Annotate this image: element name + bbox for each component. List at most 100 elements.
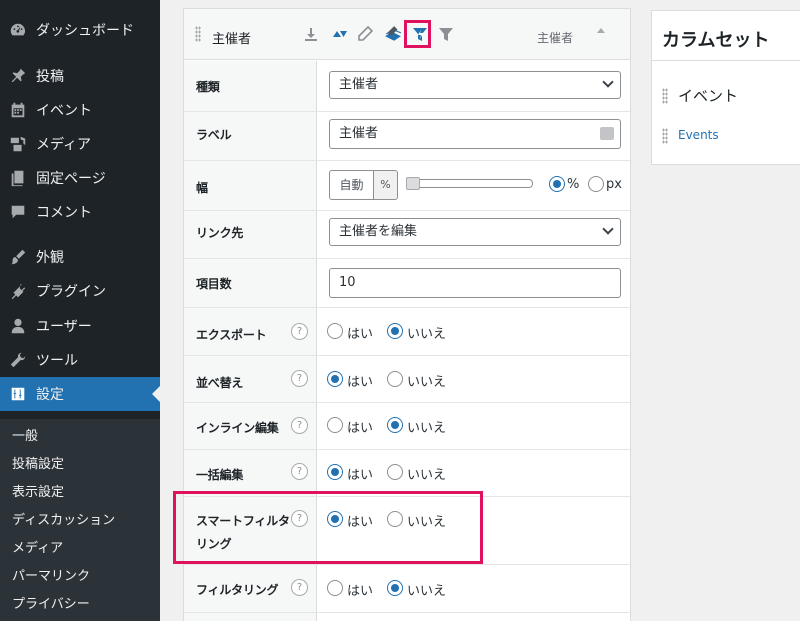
submenu-item-media[interactable]: メディア xyxy=(12,537,63,556)
row-divider xyxy=(184,258,630,259)
help-icon[interactable]: ? xyxy=(291,463,308,480)
count-input[interactable]: 10 xyxy=(329,268,621,298)
sidebar-item-label: ツール xyxy=(36,353,78,369)
pin-icon xyxy=(0,67,36,85)
sidebar-item-users[interactable]: ユーザー xyxy=(0,309,160,343)
inline-edit-yes-label: はい xyxy=(347,421,374,436)
width-unit-px-radio[interactable] xyxy=(588,176,604,192)
wrench-icon xyxy=(0,351,36,369)
filtering-no-label: いいえ xyxy=(407,584,447,599)
sort-no-label: いいえ xyxy=(407,375,447,390)
column-set-item[interactable]: イベント xyxy=(678,85,738,106)
help-icon[interactable]: ? xyxy=(291,323,308,340)
sidebar-item-label: 外観 xyxy=(36,250,64,266)
column-type-label: 主催者 xyxy=(537,31,574,45)
settings-icon xyxy=(0,385,36,403)
sidebar-item-pages[interactable]: 固定ページ xyxy=(0,161,160,195)
link-select[interactable]: 主催者を編集 xyxy=(329,218,621,246)
bulk-edit-label: 一括編集 xyxy=(196,468,244,482)
type-select[interactable]: 主催者 xyxy=(329,71,621,99)
export-yes-radio[interactable] xyxy=(327,323,343,339)
sort-no-radio[interactable] xyxy=(387,371,403,387)
sidebar-item-label: コメント xyxy=(36,205,92,221)
row-divider xyxy=(184,111,630,112)
help-icon[interactable]: ? xyxy=(291,579,308,596)
submenu-item-discussion[interactable]: ディスカッション xyxy=(12,509,115,528)
pages-icon xyxy=(0,169,36,187)
label-label: ラベル xyxy=(196,128,232,142)
dashboard-icon xyxy=(0,21,36,39)
export-yes-label: はい xyxy=(347,327,374,342)
help-icon[interactable]: ? xyxy=(291,370,308,387)
help-icon[interactable]: ? xyxy=(291,417,308,434)
export-label: エクスポート xyxy=(196,328,267,342)
filter-icon[interactable] xyxy=(437,25,455,43)
submenu-item-privacy[interactable]: プライバシー xyxy=(12,593,90,612)
width-slider-handle[interactable] xyxy=(406,177,420,190)
drag-handle-icon[interactable] xyxy=(662,128,668,144)
sidebar-item-dashboard[interactable]: ダッシュボード xyxy=(0,13,160,47)
sort-label: 並べ替え xyxy=(196,376,244,390)
bulk-edit-yes-label: はい xyxy=(347,468,374,483)
sidebar-item-settings[interactable]: 設定 xyxy=(0,377,160,411)
drag-handle-icon[interactable] xyxy=(195,26,201,42)
sidebar-item-appearance[interactable]: 外観 xyxy=(0,240,160,274)
row-divider xyxy=(184,210,630,211)
chevron-down-icon xyxy=(602,76,614,88)
column-set-link[interactable]: Events xyxy=(678,128,719,142)
label-input-value: 主催者 xyxy=(339,126,379,141)
width-value-input[interactable]: 自動 xyxy=(329,170,373,200)
count-label: 項目数 xyxy=(196,277,232,291)
sidebar-item-label: メディア xyxy=(36,137,92,153)
bulk-edit-yes-radio[interactable] xyxy=(327,464,343,480)
filtering-yes-radio[interactable] xyxy=(327,580,343,596)
row-divider xyxy=(184,564,630,565)
width-label: 幅 xyxy=(196,181,208,195)
export-no-radio[interactable] xyxy=(387,323,403,339)
export-no-label: いいえ xyxy=(407,327,447,342)
edit-icon[interactable] xyxy=(356,25,374,43)
drag-handle-icon[interactable] xyxy=(662,88,668,104)
filtering-no-radio[interactable] xyxy=(387,580,403,596)
bulk-edit-no-radio[interactable] xyxy=(387,464,403,480)
count-input-value: 10 xyxy=(339,275,356,290)
submenu-item-reading[interactable]: 表示設定 xyxy=(12,481,64,500)
width-slider[interactable] xyxy=(407,179,533,188)
sidebar-item-events[interactable]: イベント xyxy=(0,93,160,127)
sidebar-item-media[interactable]: メディア xyxy=(0,127,160,161)
sidebar-item-label: プラグイン xyxy=(36,284,106,300)
plugin-icon xyxy=(0,282,36,300)
sidebar-item-posts[interactable]: 投稿 xyxy=(0,59,160,93)
sort-icon[interactable] xyxy=(331,25,349,43)
sidebar-item-label: イベント xyxy=(36,103,92,119)
sort-yes-radio[interactable] xyxy=(327,371,343,387)
row-divider xyxy=(184,160,630,161)
sidebar-item-label: 投稿 xyxy=(36,69,64,85)
download-icon[interactable] xyxy=(302,25,320,43)
comment-icon xyxy=(0,203,36,221)
inline-edit-no-label: いいえ xyxy=(407,421,447,436)
media-icon xyxy=(0,135,36,153)
inline-edit-yes-radio[interactable] xyxy=(327,417,343,433)
link-label: リンク先 xyxy=(196,226,244,240)
submenu-item-permalinks[interactable]: パーマリンク xyxy=(12,565,90,584)
sidebar-item-plugins[interactable]: プラグイン xyxy=(0,274,160,308)
inline-edit-no-radio[interactable] xyxy=(387,417,403,433)
type-select-value: 主催者 xyxy=(339,77,379,92)
sidebar-item-comments[interactable]: コメント xyxy=(0,195,160,229)
column-set-box: カラムセット イベント Events xyxy=(651,10,800,165)
row-divider xyxy=(184,307,630,308)
collapse-arrow-icon[interactable] xyxy=(597,28,605,33)
bulk-edit-icon[interactable] xyxy=(382,25,404,43)
image-picker-icon[interactable] xyxy=(600,127,614,140)
label-input[interactable]: 主催者 xyxy=(329,119,621,149)
submenu-item-general[interactable]: 一般 xyxy=(12,425,38,444)
width-unit-percent-radio[interactable] xyxy=(549,176,565,192)
admin-sidebar: ダッシュボード 投稿 イベント メディア 固定ページ コメント 外観 プラグイン… xyxy=(0,0,160,621)
column-set-title: カラムセット xyxy=(662,30,770,51)
highlight-box-smart-filter-icon xyxy=(404,20,431,48)
sidebar-item-tools[interactable]: ツール xyxy=(0,343,160,377)
submenu-item-writing[interactable]: 投稿設定 xyxy=(12,453,64,472)
sort-yes-label: はい xyxy=(347,375,374,390)
calendar-icon xyxy=(0,101,36,119)
